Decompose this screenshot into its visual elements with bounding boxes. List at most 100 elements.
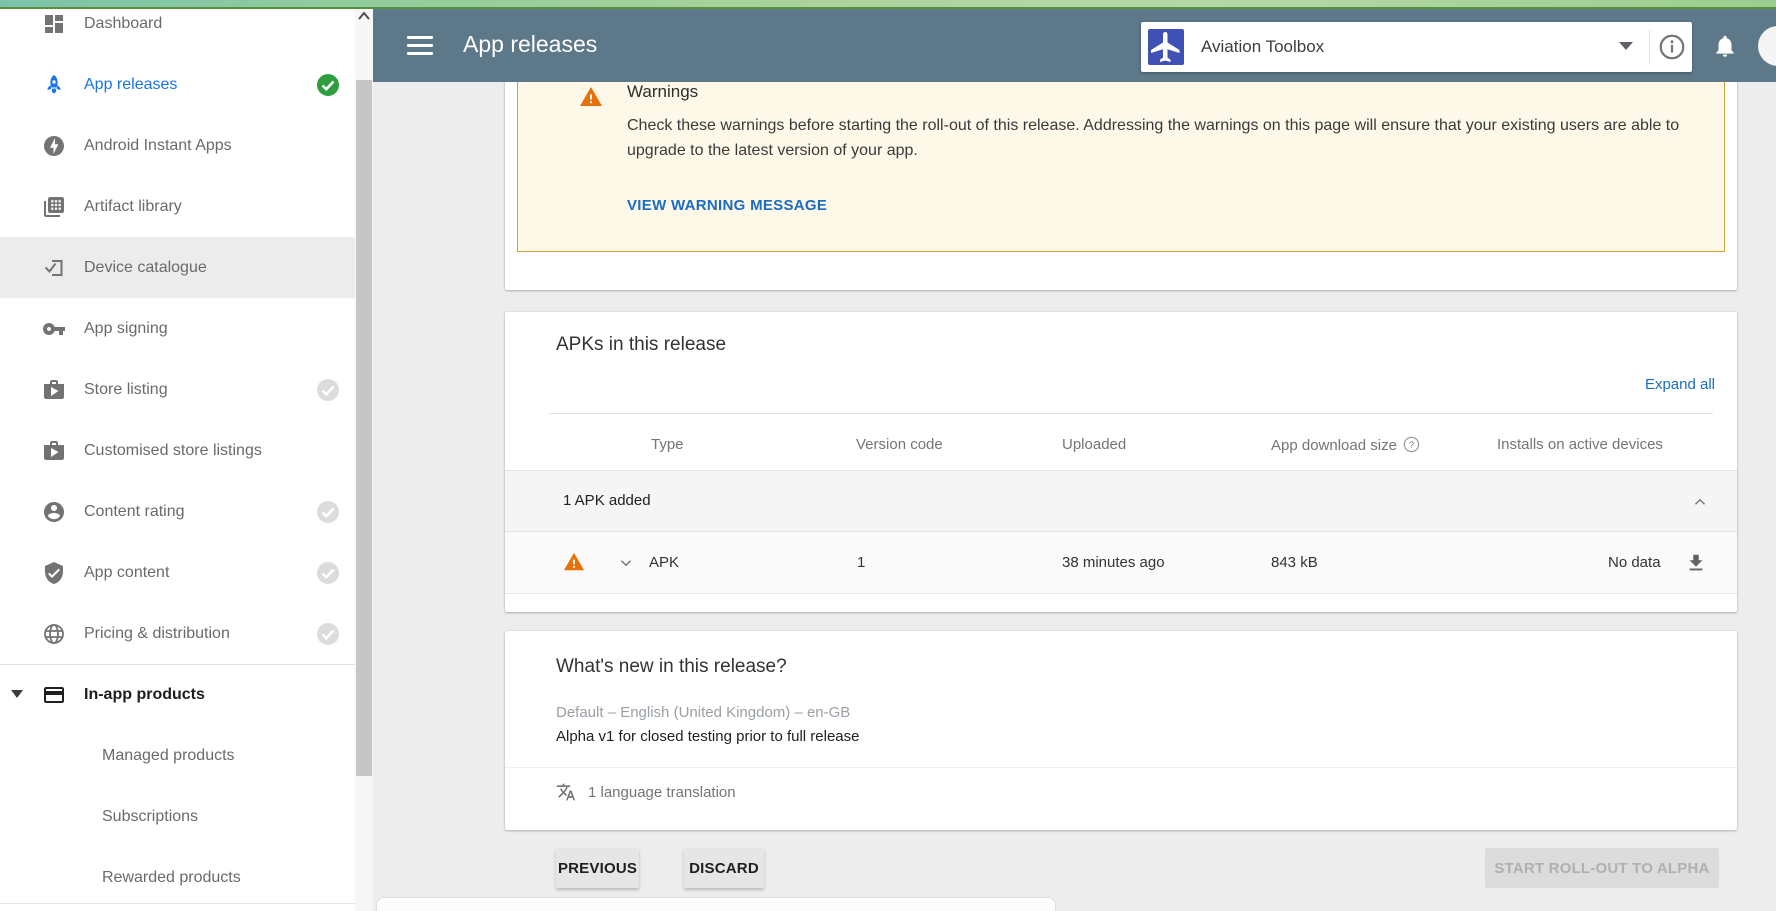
warning-triangle-icon bbox=[579, 85, 603, 109]
green-check-badge-icon bbox=[316, 73, 340, 97]
help-icon[interactable]: ? bbox=[1403, 436, 1420, 453]
sidebar-item-app-releases[interactable]: App releases bbox=[0, 54, 355, 115]
previous-button[interactable]: PREVIOUS bbox=[556, 848, 639, 888]
sidebar-item-label: Artifact library bbox=[84, 198, 182, 216]
store-listings-icon bbox=[42, 439, 66, 463]
info-icon[interactable] bbox=[1657, 32, 1687, 62]
credit-card-icon bbox=[42, 683, 66, 707]
gray-check-badge-icon bbox=[316, 622, 340, 646]
sidebar-item-label: Content rating bbox=[84, 503, 185, 521]
sidebar-scrollbar[interactable] bbox=[355, 9, 373, 911]
sidebar-item-app-signing[interactable]: App signing bbox=[0, 298, 355, 359]
sidebar-item-store-listing[interactable]: Store listing bbox=[0, 359, 355, 420]
column-header-uploaded: Uploaded bbox=[1062, 436, 1126, 453]
apk-group-label: 1 APK added bbox=[563, 492, 651, 509]
warnings-body: Check these warnings before starting the… bbox=[627, 113, 1719, 163]
app-selector-dropdown[interactable]: Aviation Toolbox bbox=[1141, 22, 1692, 72]
sidebar-item-label: Customised store listings bbox=[84, 442, 262, 460]
sidebar-item-subscriptions[interactable]: Subscriptions bbox=[0, 786, 355, 847]
release-notes-locale: Default – English (United Kingdom) – en-… bbox=[556, 704, 850, 721]
apk-version-cell: 1 bbox=[857, 554, 865, 571]
apk-warning-triangle-icon bbox=[563, 551, 585, 573]
sidebar-item-label: Store listing bbox=[84, 381, 168, 399]
user-avatar[interactable] bbox=[1758, 26, 1776, 66]
whats-new-card: What's new in this release? Default – En… bbox=[505, 631, 1737, 830]
sidebar-item-pricing-distribution[interactable]: Pricing & distribution bbox=[0, 603, 355, 664]
scrollbar-thumb[interactable] bbox=[356, 80, 372, 776]
view-warning-message-link[interactable]: VIEW WARNING MESSAGE bbox=[627, 197, 827, 214]
collapse-triangle-icon[interactable] bbox=[11, 690, 23, 698]
sidebar-item-app-content[interactable]: App content bbox=[0, 542, 355, 603]
apk-type-cell: APK bbox=[649, 554, 679, 571]
store-listing-icon bbox=[42, 378, 66, 402]
download-icon[interactable] bbox=[1685, 552, 1707, 574]
warnings-title: Warnings bbox=[627, 82, 698, 102]
translations-count: 1 language translation bbox=[588, 784, 736, 801]
column-header-version-code: Version code bbox=[856, 436, 943, 453]
key-icon bbox=[42, 317, 66, 341]
globe-icon bbox=[42, 622, 66, 646]
desktop-strip bbox=[0, 0, 1776, 9]
app-logo-airplane-icon bbox=[1148, 29, 1184, 65]
whats-new-title: What's new in this release? bbox=[556, 656, 787, 678]
main-content: Warnings Check these warnings before sta… bbox=[373, 82, 1776, 911]
discard-button[interactable]: DISCARD bbox=[684, 848, 764, 888]
sidebar-item-label: App signing bbox=[84, 320, 168, 338]
selector-divider bbox=[1649, 30, 1650, 64]
app-header: App releases Aviation Toolbox bbox=[373, 9, 1776, 82]
sidebar-item-device-catalogue[interactable]: Device catalogue bbox=[0, 237, 355, 298]
sidebar-item-label: App releases bbox=[84, 76, 177, 94]
sidebar-item-in-app-products[interactable]: In-app products bbox=[0, 664, 355, 725]
selected-app-name: Aviation Toolbox bbox=[1201, 37, 1324, 57]
sidebar-item-artifact-library[interactable]: Artifact library bbox=[0, 176, 355, 237]
sidebar-item-customised-store-listings[interactable]: Customised store listings bbox=[0, 420, 355, 481]
sidebar-item-label: Device catalogue bbox=[84, 259, 207, 277]
sidebar-item-label: Android Instant Apps bbox=[84, 137, 232, 155]
start-rollout-button[interactable]: START ROLL-OUT TO ALPHA bbox=[1485, 848, 1719, 888]
sidebar-item-label: Managed products bbox=[102, 747, 235, 765]
column-header-download-size-label: App download size bbox=[1271, 437, 1397, 454]
chevron-up-icon[interactable] bbox=[1691, 493, 1709, 511]
scrollbar-up-button[interactable] bbox=[355, 9, 373, 31]
sidebar-item-content-rating[interactable]: Content rating bbox=[0, 481, 355, 542]
release-notes-text: Alpha v1 for closed testing prior to ful… bbox=[556, 728, 860, 745]
sidebar-item-android-instant-apps[interactable]: Android Instant Apps bbox=[0, 115, 355, 176]
column-header-installs: Installs on active devices bbox=[1497, 436, 1663, 453]
device-catalogue-icon bbox=[42, 256, 66, 280]
gray-check-badge-icon bbox=[316, 500, 340, 524]
sidebar-item-label: Subscriptions bbox=[102, 808, 198, 826]
column-header-type: Type bbox=[651, 436, 684, 453]
menu-icon[interactable] bbox=[407, 33, 433, 57]
sidebar-item-label: App content bbox=[84, 564, 169, 582]
warning-panel: Warnings Check these warnings before sta… bbox=[517, 82, 1725, 252]
svg-text:?: ? bbox=[1409, 440, 1414, 450]
translations-row: 1 language translation bbox=[556, 781, 736, 803]
apk-uploaded-cell: 38 minutes ago bbox=[1062, 554, 1165, 571]
gray-check-badge-icon bbox=[316, 378, 340, 402]
sidebar-item-dashboard[interactable]: Dashboard bbox=[0, 9, 355, 54]
instant-apps-icon bbox=[42, 134, 66, 158]
rocket-icon bbox=[42, 73, 66, 97]
apks-card: APKs in this release Expand all Type Ver… bbox=[505, 312, 1737, 612]
chevron-down-icon[interactable] bbox=[617, 554, 635, 572]
artifact-library-icon bbox=[42, 195, 66, 219]
apk-group-row[interactable]: 1 APK added bbox=[505, 470, 1737, 532]
translate-icon bbox=[556, 782, 576, 802]
sidebar: Dashboard App releases bbox=[0, 9, 355, 911]
expand-all-link[interactable]: Expand all bbox=[1645, 376, 1715, 393]
sidebar-item-managed-products[interactable]: Managed products bbox=[0, 725, 355, 786]
person-circle-icon bbox=[42, 500, 66, 524]
bottom-popup-edge bbox=[376, 897, 1056, 911]
apk-table-row: APK 1 38 minutes ago 843 kB No data bbox=[505, 532, 1737, 594]
sidebar-nav-list: Dashboard App releases bbox=[0, 9, 355, 908]
sidebar-item-label: Rewarded products bbox=[102, 869, 241, 887]
dashboard-icon bbox=[42, 12, 66, 36]
dropdown-caret-icon bbox=[1619, 42, 1633, 50]
apk-installs-cell: No data bbox=[1608, 554, 1661, 571]
sidebar-item-label: In-app products bbox=[84, 686, 205, 704]
page-title: App releases bbox=[463, 31, 597, 58]
apk-download-size-link[interactable]: 843 kB bbox=[1271, 554, 1318, 571]
whats-new-divider bbox=[505, 767, 1737, 768]
sidebar-item-rewarded-products[interactable]: Rewarded products bbox=[0, 847, 355, 908]
notifications-bell-icon[interactable] bbox=[1712, 33, 1738, 59]
